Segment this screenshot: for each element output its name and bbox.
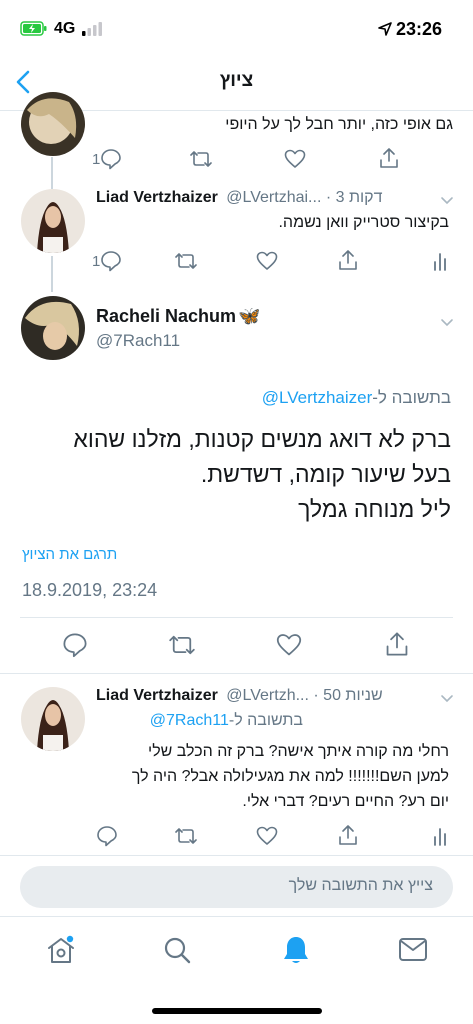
chevron-down-icon[interactable] bbox=[440, 315, 454, 333]
reply-prefix: בתשובה ל- bbox=[228, 712, 303, 729]
reply-mention-link[interactable]: @LVertzhaizer bbox=[262, 388, 373, 407]
messages-icon[interactable] bbox=[398, 937, 428, 968]
location-icon bbox=[378, 22, 392, 41]
home-indicator bbox=[152, 1008, 322, 1014]
signal-icon bbox=[82, 22, 104, 41]
tweet-body: רחלי מה קורה איתך אישה? ברק זה הכלב שלי … bbox=[89, 739, 449, 814]
share-icon[interactable] bbox=[378, 147, 400, 169]
like-icon[interactable] bbox=[256, 251, 278, 271]
reply-prefix: בתשובה ל- bbox=[372, 388, 451, 407]
display-name[interactable]: Racheli Nachum 🦋 bbox=[96, 306, 260, 327]
tweet-header: Liad Vertzhaizer @LVertzh... · 50 שניות bbox=[96, 687, 383, 704]
translate-link[interactable]: תרגם את הציוץ bbox=[22, 546, 117, 563]
tweet-body: ברק לא דואג מנשים קטנות, מזלנו שהוא בעל … bbox=[21, 422, 451, 527]
reply-context: בתשובה ל-@7Rach11 bbox=[150, 712, 303, 730]
tweet-text: בקיצור סטרייק וואן נשמה. bbox=[278, 214, 449, 231]
main-tweet-actions bbox=[20, 630, 453, 660]
home-icon[interactable] bbox=[46, 935, 76, 970]
page-title: ציוץ bbox=[219, 70, 254, 91]
retweet-icon[interactable] bbox=[175, 251, 197, 271]
tweet-text: גם אופי כזה, יותר חבל לך על היופי bbox=[225, 116, 453, 133]
network-label: 4G bbox=[54, 20, 76, 37]
avatar[interactable] bbox=[21, 296, 85, 360]
reply-mention-link[interactable]: @7Rach11 bbox=[150, 712, 229, 729]
timestamp: 50 שניות bbox=[323, 687, 383, 704]
tweet-line: יום רע? החיים רעים? דברי אלי. bbox=[242, 793, 449, 810]
like-icon[interactable] bbox=[256, 826, 278, 846]
retweet-icon[interactable] bbox=[169, 633, 195, 657]
divider bbox=[20, 617, 453, 618]
status-bar: 4G 23:26 bbox=[0, 0, 473, 58]
tweet-actions bbox=[90, 823, 460, 851]
reply-icon[interactable] bbox=[100, 148, 122, 170]
share-icon[interactable] bbox=[337, 824, 359, 846]
like-icon[interactable] bbox=[284, 149, 306, 169]
butterfly-emoji: 🦋 bbox=[238, 306, 261, 326]
tweet-line: רחלי מה קורה איתך אישה? ברק זה הכלב שלי bbox=[148, 743, 449, 760]
tab-bar bbox=[0, 918, 473, 988]
divider bbox=[0, 855, 473, 856]
share-icon[interactable] bbox=[337, 249, 359, 271]
avatar[interactable] bbox=[21, 687, 85, 751]
notifications-icon[interactable] bbox=[281, 934, 311, 971]
timestamp: 3 דקות bbox=[335, 189, 383, 206]
reply-placeholder: צייץ את התשובה שלך bbox=[288, 877, 433, 894]
tweet-actions: 1 bbox=[90, 146, 450, 174]
reply-icon[interactable] bbox=[100, 250, 122, 272]
display-name[interactable]: Liad Vertzhaizer bbox=[96, 189, 218, 206]
tweet-line: למען השם!!!!!!! למה את מגעילולה אבל? היה… bbox=[131, 768, 449, 785]
thread-line bbox=[51, 256, 53, 292]
reply-input[interactable]: צייץ את התשובה שלך bbox=[20, 866, 453, 908]
avatar[interactable] bbox=[21, 92, 85, 156]
tweet-datetime: 18.9.2019, 23:24 bbox=[22, 580, 158, 600]
reply-icon[interactable] bbox=[62, 632, 88, 658]
retweet-icon[interactable] bbox=[190, 149, 212, 169]
display-name[interactable]: Liad Vertzhaizer bbox=[96, 687, 218, 704]
like-icon[interactable] bbox=[276, 633, 302, 657]
tweet-header: Liad Vertzhaizer @LVertzhai... · 3 דקות bbox=[96, 189, 383, 206]
divider bbox=[0, 916, 473, 917]
handle[interactable]: @LVertzhai... bbox=[226, 189, 321, 206]
analytics-icon[interactable] bbox=[433, 251, 447, 271]
avatar[interactable] bbox=[21, 189, 85, 253]
retweet-icon[interactable] bbox=[175, 826, 197, 846]
chevron-down-icon[interactable] bbox=[440, 193, 454, 211]
analytics-icon[interactable] bbox=[433, 826, 447, 846]
tweet-actions: 1 bbox=[90, 248, 460, 276]
display-name-text: Racheli Nachum bbox=[96, 306, 237, 326]
chevron-down-icon[interactable] bbox=[440, 691, 454, 709]
tweet-line: ברק לא דואג מנשים קטנות, מזלנו שהוא bbox=[73, 426, 451, 452]
clock: 23:26 bbox=[396, 19, 443, 39]
reply-context: בתשובה ל-@LVertzhaizer bbox=[262, 388, 451, 408]
reply-icon[interactable] bbox=[96, 825, 118, 847]
search-icon[interactable] bbox=[162, 935, 192, 970]
tweet-line: ליל מנוחה גמלך bbox=[298, 496, 451, 522]
divider bbox=[0, 673, 473, 674]
battery-icon bbox=[20, 21, 47, 41]
handle[interactable]: @7Rach11 bbox=[96, 331, 180, 351]
tweet-line: בעל שיעור קומה, דשדשת. bbox=[200, 461, 451, 487]
share-icon[interactable] bbox=[384, 631, 410, 657]
thread-line bbox=[51, 157, 53, 189]
handle[interactable]: @LVertzh... bbox=[226, 687, 309, 704]
